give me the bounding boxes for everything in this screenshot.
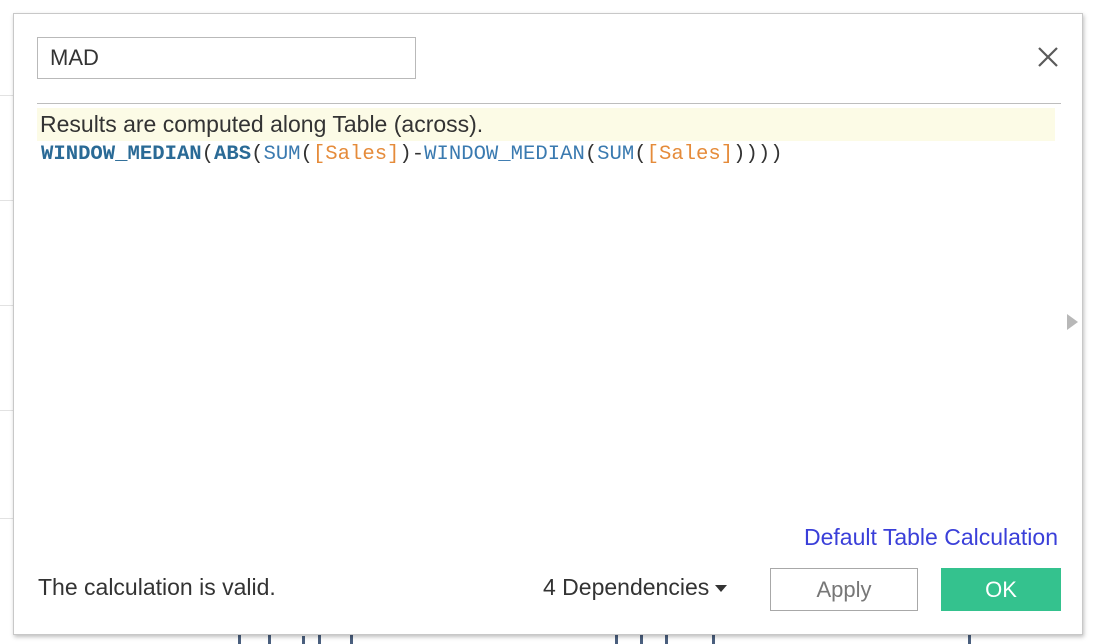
formula-field-token: [Sales] xyxy=(312,143,400,166)
formula-function-token: ABS xyxy=(214,143,252,166)
formula-function-token: WINDOW_MEDIAN xyxy=(424,143,585,166)
dependencies-dropdown[interactable]: 4 Dependencies xyxy=(543,574,728,601)
formula-text[interactable]: WINDOW_MEDIAN(ABS(SUM([Sales])-WINDOW_ME… xyxy=(41,140,783,170)
formula-punctuation: ) xyxy=(399,143,412,166)
formula-function-token: SUM xyxy=(263,143,301,166)
formula-field-token: [Sales] xyxy=(646,143,734,166)
gridline xyxy=(0,410,14,411)
formula-operator: - xyxy=(411,143,425,166)
formula-function-token: WINDOW_MEDIAN xyxy=(41,143,202,166)
triangle-right-icon[interactable] xyxy=(1067,314,1078,330)
bar-mark xyxy=(268,634,271,644)
formula-punctuation: ( xyxy=(201,143,215,166)
default-table-calculation-link[interactable]: Default Table Calculation xyxy=(804,524,1058,551)
formula-function-token: SUM xyxy=(597,143,635,166)
calculation-editor-dialog: Results are computed along Table (across… xyxy=(13,13,1083,635)
dependencies-label: 4 Dependencies xyxy=(543,574,710,600)
calculation-name-input[interactable] xyxy=(37,37,416,79)
gridline xyxy=(0,95,14,96)
gridline xyxy=(0,305,14,306)
formula-punctuation: )))) xyxy=(733,143,783,166)
formula-punctuation: ( xyxy=(584,143,598,166)
ok-button[interactable]: OK xyxy=(941,568,1061,611)
caret-down-icon xyxy=(715,585,728,593)
formula-punctuation: ( xyxy=(634,143,647,166)
apply-button[interactable]: Apply xyxy=(770,568,918,611)
formula-punctuation: ( xyxy=(251,143,264,166)
formula-editor[interactable]: Results are computed along Table (across… xyxy=(37,104,1061,514)
bar-mark xyxy=(302,636,305,644)
close-button[interactable] xyxy=(1031,40,1065,74)
gridline xyxy=(0,518,14,519)
validation-status: The calculation is valid. xyxy=(38,574,276,600)
bar-mark xyxy=(350,634,353,644)
gridline xyxy=(0,200,14,201)
bar-mark xyxy=(615,635,618,644)
close-icon xyxy=(1038,47,1058,67)
computation-info-banner: Results are computed along Table (across… xyxy=(37,108,1055,141)
bar-mark xyxy=(712,634,715,644)
formula-punctuation: ( xyxy=(300,143,313,166)
